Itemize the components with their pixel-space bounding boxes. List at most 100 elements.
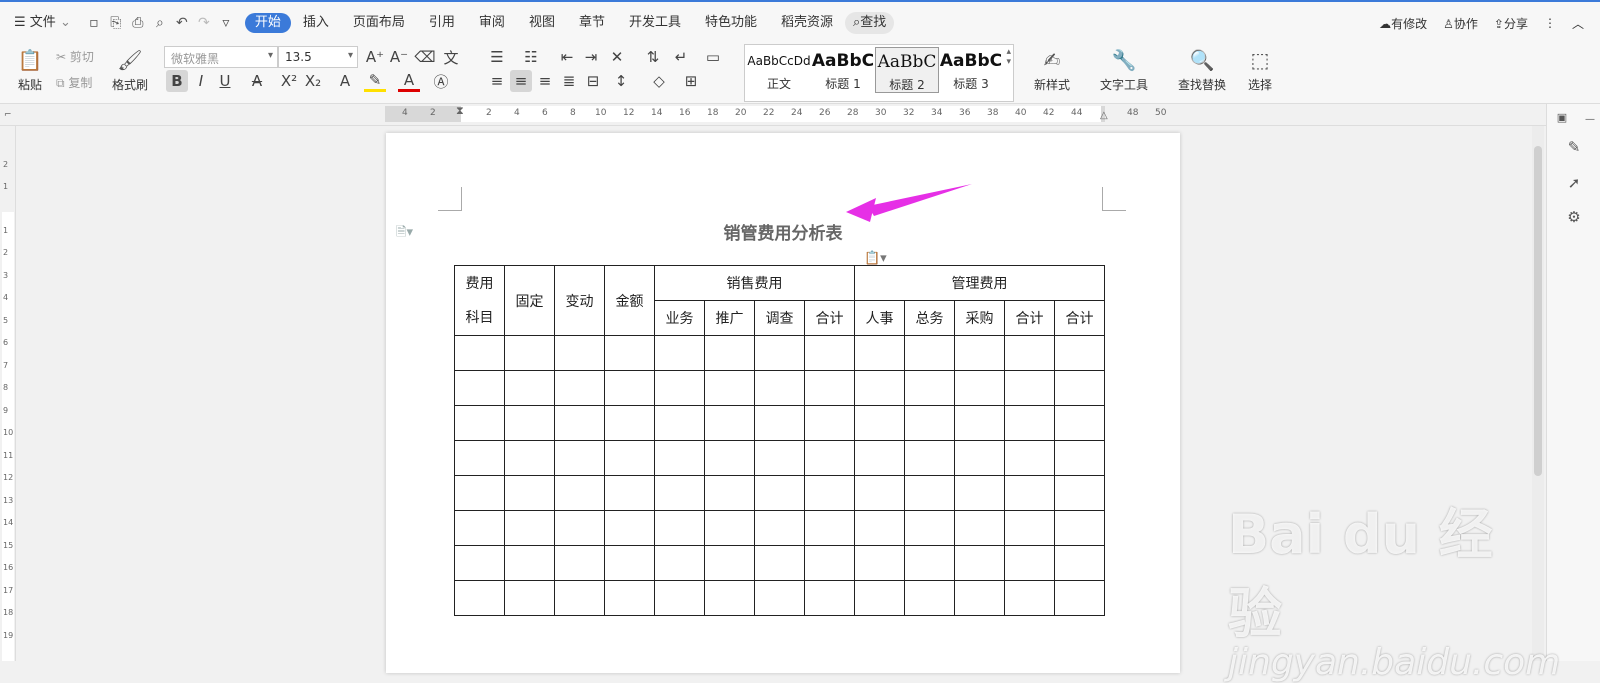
table-cell[interactable] xyxy=(604,440,655,476)
header-cell-admin-expense[interactable]: 管理费用 xyxy=(854,265,1105,301)
grow-font-icon[interactable]: A⁺ xyxy=(364,46,386,68)
tab-page-layout[interactable]: 页面布局 xyxy=(341,1,417,45)
table-grid-icon[interactable]: ▭ xyxy=(702,46,724,68)
table-cell[interactable] xyxy=(904,580,955,616)
phonetic-icon[interactable]: 文 xyxy=(440,46,462,68)
table-cell[interactable] xyxy=(554,545,605,581)
collapse-ribbon-icon[interactable]: ︿ xyxy=(1572,15,1584,32)
table-cell[interactable] xyxy=(854,370,905,406)
table-cell[interactable] xyxy=(954,405,1005,441)
table-cell[interactable] xyxy=(804,440,855,476)
collaborate-button[interactable]: ♙协作 xyxy=(1443,15,1478,32)
tab-insert[interactable]: 插入 xyxy=(291,1,341,45)
table-cell[interactable] xyxy=(1054,440,1105,476)
table-cell[interactable] xyxy=(804,510,855,546)
table-cell[interactable] xyxy=(754,335,805,371)
decrease-indent-icon[interactable]: ⇤ xyxy=(556,46,578,68)
increase-indent-icon[interactable]: ⇥ xyxy=(580,46,602,68)
table-cell[interactable] xyxy=(854,475,905,511)
tab-home[interactable]: 开始 xyxy=(244,13,291,33)
table-cell[interactable] xyxy=(554,475,605,511)
table-cell[interactable] xyxy=(554,405,605,441)
header-cell-variable[interactable]: 变动 xyxy=(554,265,605,336)
file-menu[interactable]: ☰ 文件 ⌄ xyxy=(0,1,83,45)
style-heading-2[interactable]: AaBbC 标题 2 xyxy=(875,47,939,93)
table-cell[interactable] xyxy=(804,545,855,581)
table-cell[interactable] xyxy=(554,440,605,476)
table-cell[interactable] xyxy=(1004,440,1055,476)
font-size-select[interactable]: 13.5 xyxy=(278,46,358,68)
table-cell[interactable] xyxy=(804,370,855,406)
highlight-icon[interactable]: ✎ xyxy=(364,70,386,92)
shrink-font-icon[interactable]: A⁻ xyxy=(388,46,410,68)
table-cell[interactable] xyxy=(904,440,955,476)
table-cell[interactable] xyxy=(1004,370,1055,406)
style-heading-1[interactable]: AaBbC 标题 1 xyxy=(811,47,875,93)
table-cell[interactable] xyxy=(554,335,605,371)
table-cell[interactable] xyxy=(654,510,705,546)
table-cell[interactable] xyxy=(754,440,805,476)
table-cell[interactable] xyxy=(854,580,905,616)
table-cell[interactable] xyxy=(854,545,905,581)
tab-view[interactable]: 视图 xyxy=(517,1,567,45)
gallery-scroll-icon[interactable]: ▴ ▾ xyxy=(1006,47,1011,67)
table-cell[interactable] xyxy=(904,545,955,581)
ruler-toggle-icon[interactable]: ⌐ xyxy=(4,110,12,120)
tab-references[interactable]: 引用 xyxy=(417,1,467,45)
table-cell[interactable] xyxy=(1054,335,1105,371)
align-left-icon[interactable]: ≡ xyxy=(486,70,508,92)
table-cell[interactable] xyxy=(504,440,555,476)
table-cell[interactable] xyxy=(704,510,755,546)
align-center-icon[interactable]: ≡ xyxy=(510,70,532,92)
table-cell[interactable] xyxy=(754,545,805,581)
chinese-layout-icon[interactable]: ✕ xyxy=(606,46,628,68)
expense-table[interactable]: 费用 科目 固定 变动 金额 销售费用 管理费用 业务 推广 调查 合计 人事 总… xyxy=(454,265,1105,616)
table-cell[interactable] xyxy=(604,545,655,581)
right-indent-marker-icon[interactable]: △ xyxy=(1100,110,1108,121)
table-cell[interactable] xyxy=(654,405,705,441)
table-cell[interactable] xyxy=(904,405,955,441)
vertical-scrollbar[interactable] xyxy=(1532,126,1544,661)
table-cell[interactable] xyxy=(704,370,755,406)
bullet-list-icon[interactable]: ☰ xyxy=(486,46,508,68)
table-cell[interactable] xyxy=(504,475,555,511)
table-cell[interactable] xyxy=(454,545,505,581)
table-cell[interactable] xyxy=(454,370,505,406)
table-cell[interactable] xyxy=(904,475,955,511)
table-cell[interactable] xyxy=(604,370,655,406)
text-effect-icon[interactable]: A xyxy=(334,70,356,92)
customize-icon[interactable]: ▿ xyxy=(215,12,237,34)
table-cell[interactable] xyxy=(1004,510,1055,546)
pointer-icon[interactable]: ➚ xyxy=(1563,172,1585,194)
cut-button[interactable]: ✂ 剪切 xyxy=(56,48,94,65)
sort-icon[interactable]: ⇅ xyxy=(642,46,664,68)
settings-sliders-icon[interactable]: ⚙ xyxy=(1563,206,1585,228)
table-cell[interactable] xyxy=(804,405,855,441)
tab-special[interactable]: 特色功能 xyxy=(693,1,769,45)
table-cell[interactable] xyxy=(904,510,955,546)
table-cell[interactable] xyxy=(554,370,605,406)
table-cell[interactable] xyxy=(454,510,505,546)
clear-format-icon[interactable]: ⌫ xyxy=(414,46,436,68)
header-cell-fixed[interactable]: 固定 xyxy=(504,265,555,336)
text-tools-button[interactable]: 🔧 文字工具 xyxy=(1094,46,1154,93)
share-button[interactable]: ⇪分享 xyxy=(1494,15,1528,32)
table-cell[interactable] xyxy=(604,335,655,371)
select-button[interactable]: ⬚ 选择 xyxy=(1238,46,1282,93)
table-cell[interactable] xyxy=(504,580,555,616)
table-cell[interactable] xyxy=(754,405,805,441)
redo-icon[interactable]: ↷ xyxy=(193,12,215,34)
search-button[interactable]: ⌕查找 xyxy=(845,12,895,34)
header-cell-sales-expense[interactable]: 销售费用 xyxy=(654,265,855,301)
table-cell[interactable] xyxy=(904,370,955,406)
header-cell-purchasing[interactable]: 采购 xyxy=(954,300,1005,336)
table-cell[interactable] xyxy=(504,510,555,546)
table-cell[interactable] xyxy=(1004,580,1055,616)
table-cell[interactable] xyxy=(954,475,1005,511)
table-cell[interactable] xyxy=(704,405,755,441)
table-cell[interactable] xyxy=(454,580,505,616)
table-cell[interactable] xyxy=(954,545,1005,581)
paste-options-icon[interactable]: 📋▾ xyxy=(864,251,887,266)
table-cell[interactable] xyxy=(904,335,955,371)
table-cell[interactable] xyxy=(504,370,555,406)
